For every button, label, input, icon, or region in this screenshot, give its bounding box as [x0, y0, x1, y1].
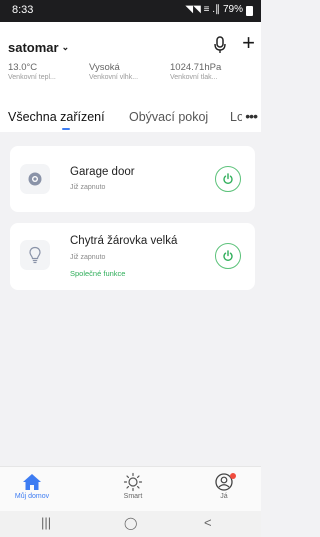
notification-dot — [230, 473, 236, 479]
status-icons: ◥◥ ≡ .∥ 79% — [185, 4, 253, 16]
weather-humidity: Vysoká Venkovní vlhk... — [89, 62, 139, 81]
home-header: satomar ⌄ + 13.0°C Venkovní tepl... Vyso… — [0, 22, 261, 132]
microphone-icon[interactable] — [213, 36, 227, 54]
tab-label: Můj domov — [14, 493, 50, 500]
battery-percent: 79% — [222, 4, 243, 15]
common-functions-link[interactable]: Společné funkce — [70, 269, 125, 278]
tab-me[interactable]: Já — [194, 471, 254, 500]
home-selector[interactable]: satomar ⌄ — [8, 40, 69, 55]
light-bulb-icon — [20, 240, 50, 270]
tab-smart[interactable]: Smart — [103, 471, 163, 500]
signal-icon: ◥◥ ≡ .∥ — [185, 4, 220, 15]
device-status: Již zapnuto — [70, 254, 106, 261]
power-button[interactable] — [215, 166, 241, 192]
power-icon — [223, 173, 233, 185]
sun-icon — [123, 472, 143, 492]
tab-my-home[interactable]: Můj domov — [2, 471, 62, 500]
chevron-down-icon: ⌄ — [61, 42, 70, 52]
system-nav-bar: ||| ◯ < — [0, 511, 261, 537]
recent-apps-button[interactable]: ||| — [41, 515, 51, 530]
tab-all-devices[interactable]: Všechna zařízení — [8, 110, 105, 124]
power-button[interactable] — [215, 243, 241, 269]
clock: 8:33 — [12, 4, 34, 16]
bottom-tab-bar: Můj domov Smart Já — [0, 466, 261, 511]
battery-icon — [246, 5, 253, 16]
device-card[interactable]: Garage door Již zapnuto — [10, 146, 255, 212]
power-icon — [223, 250, 233, 262]
more-rooms-button[interactable]: ••• — [242, 110, 258, 124]
garage-door-icon — [20, 164, 50, 194]
tab-label: Smart — [123, 493, 143, 500]
active-tab-indicator — [62, 128, 70, 130]
device-name: Garage door — [70, 166, 135, 178]
tab-label: Já — [220, 493, 228, 500]
home-button[interactable]: ◯ — [124, 516, 137, 530]
device-status: Již zapnuto — [70, 184, 106, 191]
back-button[interactable]: < — [204, 515, 212, 530]
home-name: satomar — [8, 40, 59, 55]
device-name: Chytrá žárovka velká — [70, 235, 178, 247]
weather-pressure: 1024.71hPa Venkovní tlak... — [170, 62, 222, 81]
room-tabs: Všechna zařízení Obývací pokoj Lož ••• — [0, 110, 261, 132]
add-device-button[interactable]: + — [242, 32, 255, 54]
home-icon — [23, 474, 41, 490]
status-bar: 8:33 ◥◥ ≡ .∥ 79% — [0, 0, 261, 22]
device-card[interactable]: Chytrá žárovka velká Již zapnuto Společn… — [10, 223, 255, 290]
weather-temperature: 13.0°C Venkovní tepl... — [8, 62, 56, 81]
tab-living-room[interactable]: Obývací pokoj — [129, 110, 208, 124]
